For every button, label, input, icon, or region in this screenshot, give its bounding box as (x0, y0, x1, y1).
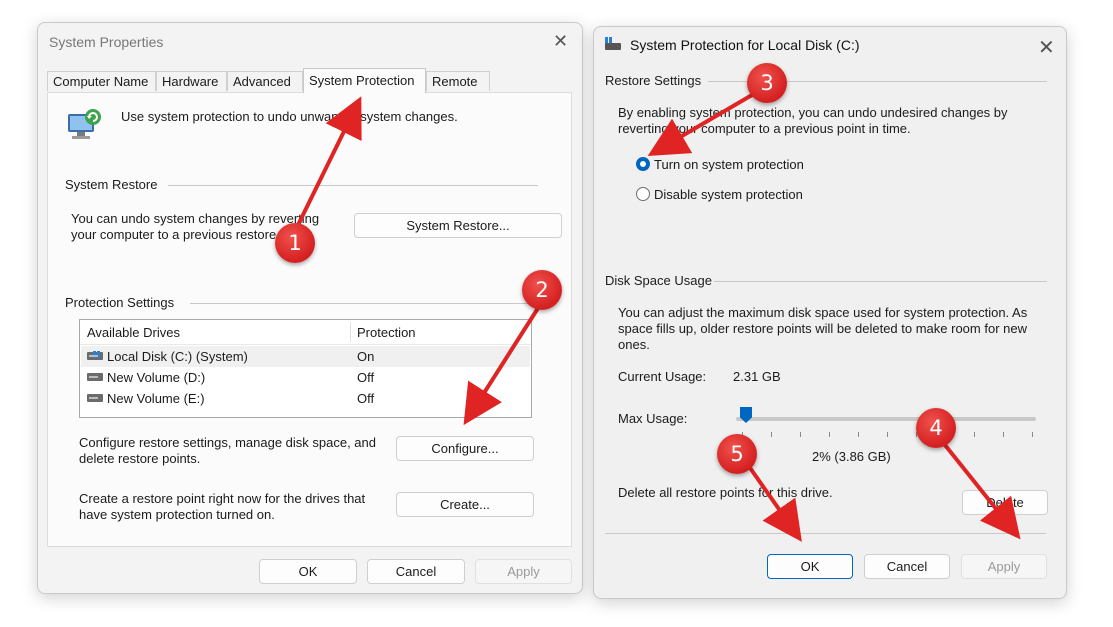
create-description-line1: Create a restore point right now for the… (79, 491, 366, 506)
create-button[interactable]: Create... (396, 492, 534, 517)
window-title: System Properties (49, 34, 164, 50)
divider (168, 185, 538, 186)
current-usage-label: Current Usage: (618, 369, 707, 384)
drive-name: Local Disk (C:) (System) (107, 349, 248, 364)
column-header-available-drives[interactable]: Available Drives (87, 325, 180, 340)
max-usage-value: 2% (3.86 GB) (812, 449, 891, 464)
system-properties-window: System Properties ✕ Computer Name Hardwa… (37, 22, 583, 594)
table-row[interactable]: Local Disk (C:) (System) On (81, 346, 530, 367)
restore-settings-group-label: Restore Settings (605, 73, 702, 88)
slider-tick (887, 432, 888, 437)
tab-remote[interactable]: Remote (426, 71, 490, 91)
tab-system-protection[interactable]: System Protection (303, 68, 426, 93)
disable-protection-radio[interactable] (636, 187, 650, 201)
delete-button[interactable]: Delete (962, 490, 1048, 515)
restore-description-line1: By enabling system protection, you can u… (618, 105, 1008, 120)
drive-protection: Off (357, 370, 375, 385)
dialog-title: System Protection for Local Disk (C:) (630, 37, 860, 53)
apply-button[interactable]: Apply (961, 554, 1047, 579)
slider-tick (1032, 432, 1033, 437)
disk-description-line3: ones. (618, 337, 650, 352)
drive-icon (87, 394, 103, 402)
header-divider (80, 344, 531, 345)
title-bar[interactable]: System Protection for Local Disk (C:) ✕ (594, 27, 1066, 65)
column-separator[interactable] (350, 322, 351, 342)
annotation-badge-5: 5 (717, 434, 757, 474)
drive-name: New Volume (E:) (107, 391, 205, 406)
apply-button[interactable]: Apply (475, 559, 572, 584)
slider-tick (829, 432, 830, 437)
computer-shield-icon (68, 109, 101, 139)
system-protection-panel: Use system protection to undo unwanted s… (47, 92, 572, 547)
system-drive-icon (605, 37, 621, 51)
restore-description-line1: You can undo system changes by reverting (71, 211, 320, 226)
slider-tick (771, 432, 772, 437)
system-restore-group-label: System Restore (65, 177, 158, 192)
drive-name: New Volume (D:) (107, 370, 206, 385)
close-icon[interactable]: ✕ (1038, 35, 1055, 60)
disk-description-line1: You can adjust the maximum disk space us… (618, 305, 1028, 320)
divider (714, 281, 1047, 282)
drive-protection: Off (357, 391, 375, 406)
drive-icon (87, 373, 103, 381)
slider-tick (800, 432, 801, 437)
disk-space-usage-group-label: Disk Space Usage (605, 273, 712, 288)
annotation-badge-2: 2 (522, 270, 562, 310)
system-protection-dialog: System Protection for Local Disk (C:) ✕ … (593, 26, 1067, 599)
tab-hardware[interactable]: Hardware (156, 71, 227, 91)
slider-tick (974, 432, 975, 437)
turn-on-protection-label[interactable]: Turn on system protection (654, 157, 804, 173)
annotation-badge-4: 4 (916, 408, 956, 448)
current-usage-value: 2.31 GB (733, 369, 781, 384)
ok-button[interactable]: OK (259, 559, 357, 584)
drive-protection: On (357, 349, 375, 364)
tab-computer-name[interactable]: Computer Name (47, 71, 156, 91)
protection-settings-group-label: Protection Settings (65, 295, 175, 310)
restore-description-line2: reverting your computer to a previous po… (618, 121, 911, 136)
disable-protection-label[interactable]: Disable system protection (654, 187, 803, 203)
close-icon[interactable]: ✕ (553, 31, 568, 52)
cancel-button[interactable]: Cancel (367, 559, 465, 584)
max-usage-slider-track[interactable] (736, 417, 1036, 421)
table-row[interactable]: New Volume (E:) Off (81, 388, 530, 409)
system-drive-icon (87, 351, 103, 360)
cancel-button[interactable]: Cancel (864, 554, 950, 579)
title-bar[interactable]: System Properties ✕ (38, 23, 582, 61)
divider (190, 303, 538, 304)
annotation-badge-3: 3 (747, 63, 787, 103)
drives-table: Available Drives Protection Local Disk (… (79, 319, 532, 418)
turn-on-protection-radio[interactable] (636, 157, 650, 171)
table-row[interactable]: New Volume (D:) Off (81, 367, 530, 388)
max-usage-label: Max Usage: (618, 411, 688, 426)
delete-description: Delete all restore points for this drive… (618, 485, 833, 500)
divider (605, 533, 1046, 534)
slider-tick (1003, 432, 1004, 437)
configure-description-line2: delete restore points. (79, 451, 201, 466)
configure-description-line1: Configure restore settings, manage disk … (79, 435, 377, 450)
tab-advanced[interactable]: Advanced (227, 71, 303, 91)
intro-text: Use system protection to undo unwanted s… (121, 109, 458, 124)
configure-button[interactable]: Configure... (396, 436, 534, 461)
create-description-line2: have system protection turned on. (79, 507, 275, 522)
ok-button[interactable]: OK (767, 554, 853, 579)
system-restore-button[interactable]: System Restore... (354, 213, 562, 238)
disk-description-line2: space fills up, older restore points wil… (618, 321, 1027, 336)
column-header-protection[interactable]: Protection (357, 325, 416, 340)
slider-tick (858, 432, 859, 437)
annotation-badge-1: 1 (275, 223, 315, 263)
